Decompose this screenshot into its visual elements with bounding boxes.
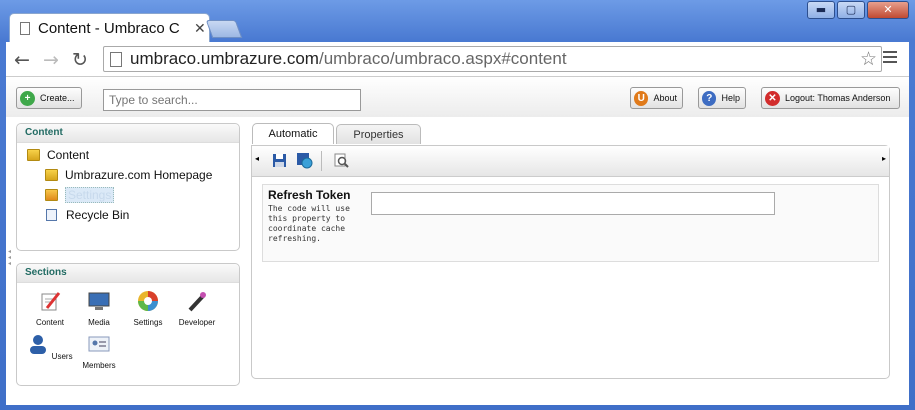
browser-tab[interactable]: Content - Umbraco C ✕: [9, 13, 210, 43]
plus-icon: +: [20, 90, 35, 106]
property-row: Refresh Token The code will use this pro…: [262, 184, 879, 262]
users-person-icon: [30, 335, 47, 354]
folder-settings-icon: [45, 189, 58, 201]
forward-button[interactable]: →: [43, 49, 59, 71]
url-text: umbraco.umbrazure.com/umbraco/umbraco.as…: [130, 49, 567, 68]
section-media[interactable]: Media: [76, 290, 122, 327]
umbraco-page: + Create... U About ? Help ✕ Logout: Tho…: [6, 77, 909, 405]
reload-button[interactable]: ↻: [72, 49, 88, 71]
editor-panel: ◂ ▸ Refresh Token The code will use this…: [251, 145, 890, 379]
save-and-publish-icon[interactable]: [296, 152, 313, 169]
section-label: Settings: [133, 318, 163, 327]
logout-button[interactable]: ✕ Logout: Thomas Anderson: [761, 87, 900, 109]
page-icon: [110, 51, 122, 67]
maximize-button[interactable]: ▢: [837, 1, 865, 19]
tab-title: Content - Umbraco C: [38, 20, 180, 37]
sections-panel-header: Sections: [17, 264, 239, 283]
page-icon: [20, 22, 30, 35]
close-window-button[interactable]: ✕: [867, 1, 909, 19]
splitter-handle-icon[interactable]: ◂ ◂ ◂: [8, 249, 11, 267]
help-label: Help: [721, 93, 740, 103]
create-label: Create...: [40, 93, 75, 103]
editor-toolbar: ◂ ▸: [252, 146, 889, 177]
section-developer[interactable]: Developer: [174, 290, 220, 327]
about-button[interactable]: U About: [630, 87, 683, 109]
help-button[interactable]: ? Help: [698, 87, 746, 109]
about-label: About: [653, 93, 677, 103]
umbraco-logo-icon: U: [634, 90, 649, 106]
browser-toolbar: ← → ↻ umbraco.umbrazure.com/umbraco/umbr…: [6, 42, 909, 77]
tab-automatic[interactable]: Automatic: [252, 123, 334, 144]
content-pencil-icon: [41, 292, 61, 311]
back-button[interactable]: ←: [14, 49, 30, 71]
tree-item-content[interactable]: Content: [27, 148, 89, 162]
section-content[interactable]: Content: [27, 290, 73, 327]
umbraco-topbar: + Create... U About ? Help ✕ Logout: Tho…: [6, 77, 909, 117]
developer-wand-icon: [188, 292, 206, 312]
property-description: The code will use this property to coord…: [268, 204, 350, 243]
content-panel-header: Content: [17, 124, 239, 143]
new-tab-button[interactable]: [205, 20, 243, 38]
members-card-icon: [88, 336, 110, 352]
logout-x-icon: ✕: [765, 90, 780, 106]
content-tree-panel: Content Content Umbrazure.com Homepage S…: [16, 123, 240, 251]
section-settings[interactable]: Settings: [125, 290, 171, 327]
toolbar-divider: [321, 151, 322, 171]
tree-item-settings[interactable]: Settings: [45, 187, 115, 203]
scroll-right-icon[interactable]: ▸: [882, 154, 886, 163]
recycle-bin-icon: [46, 209, 57, 221]
tree-item-label: Umbrazure.com Homepage: [65, 168, 213, 182]
folder-icon: [45, 169, 58, 181]
section-users[interactable]: Users: [27, 333, 73, 361]
create-button[interactable]: + Create...: [16, 87, 82, 109]
address-bar[interactable]: umbraco.umbrazure.com/umbraco/umbraco.as…: [103, 46, 882, 72]
refresh-token-input[interactable]: [371, 192, 775, 215]
media-monitor-icon: [88, 292, 110, 310]
section-label: Users: [51, 352, 73, 361]
tree-item-label: Recycle Bin: [66, 208, 130, 222]
logout-label: Logout: Thomas Anderson: [785, 93, 891, 103]
section-label: Members: [82, 361, 116, 370]
search-input[interactable]: [103, 89, 361, 111]
tree-item-label: Settings: [65, 187, 115, 203]
property-label: Refresh Token: [268, 188, 351, 202]
section-members[interactable]: Members: [76, 333, 122, 370]
window-controls: ▬ ▢ ✕: [807, 1, 909, 19]
section-label: Content: [35, 318, 65, 327]
minimize-button[interactable]: ▬: [807, 1, 835, 19]
sections-panel: Sections Content Media Settings Develope…: [16, 263, 240, 386]
preview-magnifier-icon[interactable]: [334, 153, 349, 168]
tree-item-recycle-bin[interactable]: Recycle Bin: [45, 208, 129, 222]
section-label: Developer: [178, 318, 216, 327]
menu-icon[interactable]: [883, 51, 897, 66]
folder-icon: [27, 149, 40, 161]
help-icon: ?: [702, 90, 717, 106]
tab-close-icon[interactable]: ✕: [194, 21, 206, 37]
tab-properties[interactable]: Properties: [336, 124, 421, 144]
save-icon[interactable]: [272, 153, 287, 168]
scroll-left-icon[interactable]: ◂: [255, 154, 259, 163]
tree-item-label: Content: [47, 148, 90, 162]
section-label: Media: [88, 318, 110, 327]
settings-color-wheel-icon: [138, 291, 158, 311]
tree-item-homepage[interactable]: Umbrazure.com Homepage: [45, 168, 212, 182]
bookmark-star-icon[interactable]: ☆: [860, 48, 877, 70]
